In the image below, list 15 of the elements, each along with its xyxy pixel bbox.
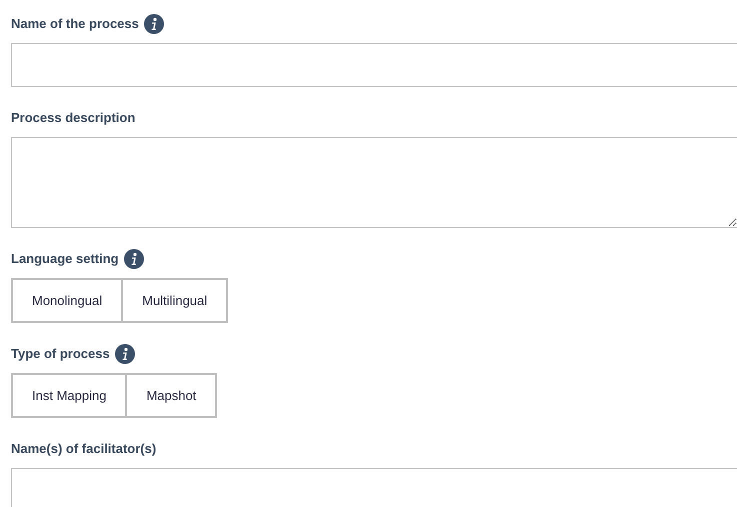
field-label: Type of process <box>11 345 110 364</box>
text-field[interactable] <box>11 468 737 507</box>
info-icon[interactable] <box>124 249 144 269</box>
field-label: Name(s) of facilitator(s) <box>11 440 156 458</box>
info-icon[interactable] <box>144 14 164 34</box>
field-label: Language setting <box>11 250 119 268</box>
option-button[interactable]: Inst Mapping <box>11 373 128 418</box>
option-button[interactable]: Mapshot <box>125 373 218 418</box>
option-button[interactable]: Multilingual <box>121 278 228 323</box>
text-field[interactable] <box>11 43 737 87</box>
field-label: Name of the process <box>11 15 139 34</box>
info-icon[interactable] <box>114 344 135 364</box>
description-field[interactable] <box>11 137 737 228</box>
field-label: Process description <box>11 109 136 128</box>
option-button[interactable]: Monolingual <box>11 278 124 323</box>
